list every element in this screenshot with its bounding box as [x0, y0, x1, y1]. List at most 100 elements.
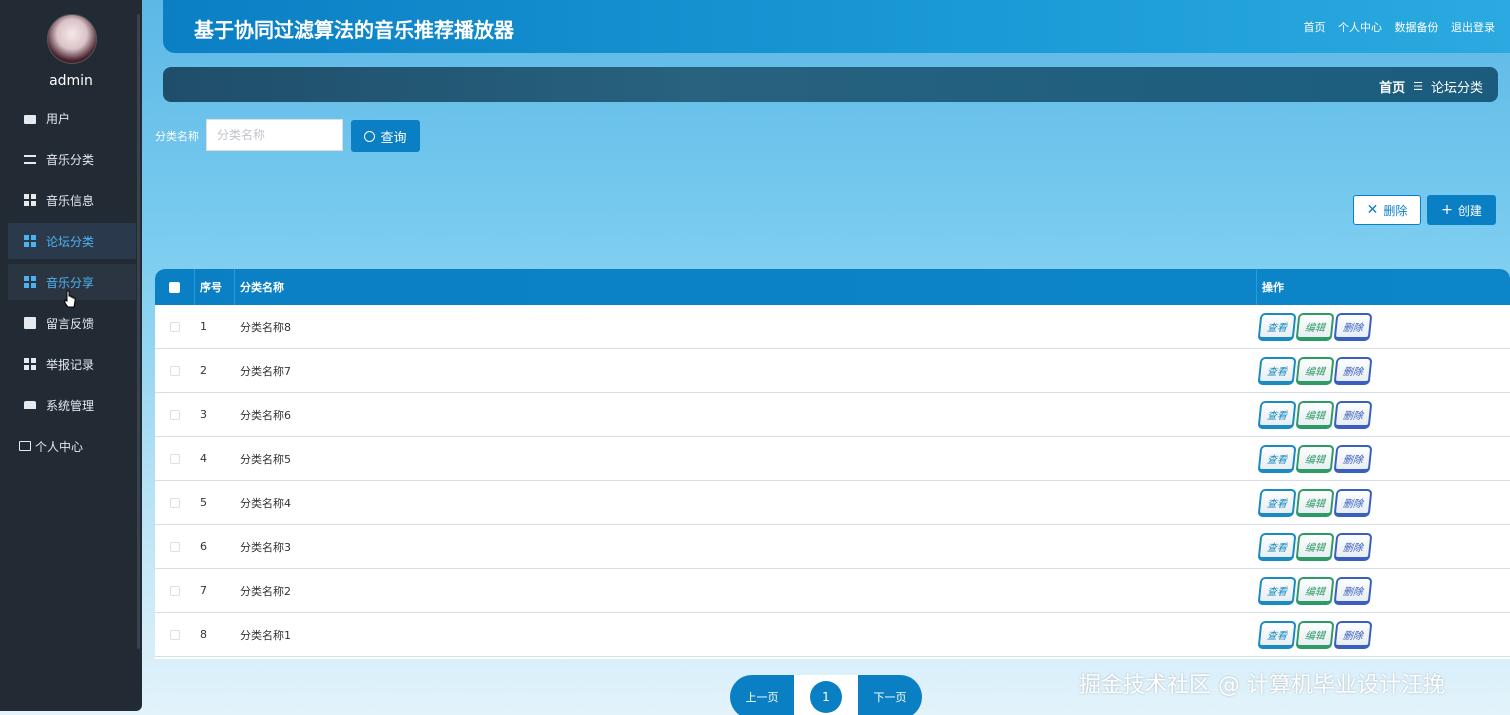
table-header: 序号 分类名称 操作 — [155, 269, 1510, 305]
edit-button[interactable]: 编辑 — [1295, 444, 1335, 473]
header-name: 分类名称 — [235, 269, 1257, 305]
row-checkbox-cell — [155, 437, 195, 480]
batch-delete-label: 删除 — [1383, 203, 1408, 218]
delete-button[interactable]: 删除 — [1333, 576, 1373, 605]
grid-icon — [24, 358, 36, 370]
select-all-checkbox[interactable] — [169, 281, 180, 293]
header-link-backup[interactable]: 数据备份 — [1395, 21, 1439, 34]
query-button[interactable]: 查询 — [351, 120, 420, 152]
row-name: 分类名称3 — [240, 540, 291, 554]
breadcrumb-separator-icon: ☰ — [1413, 80, 1423, 93]
sidebar-item-profile[interactable]: 个人中心 — [8, 428, 136, 464]
prev-page-button[interactable]: 上一页 — [730, 675, 794, 715]
view-button[interactable]: 查看 — [1257, 356, 1297, 385]
edit-button[interactable]: 编辑 — [1295, 312, 1335, 341]
plus-icon: + — [1441, 202, 1453, 218]
table-row: 3 分类名称6 查看 编辑 删除 — [155, 393, 1510, 437]
header-link-home[interactable]: 首页 — [1304, 21, 1326, 34]
watermark: 掘金技术社区 @ 计算机毕业设计汪挽 — [1079, 673, 1445, 698]
row-name: 分类名称1 — [240, 628, 291, 642]
table-row: 8 分类名称1 查看 编辑 删除 — [155, 613, 1510, 657]
grid-icon — [24, 194, 36, 206]
row-ops: 查看 编辑 删除 — [1257, 569, 1510, 612]
row-ops: 查看 编辑 删除 — [1257, 613, 1510, 656]
edit-button[interactable]: 编辑 — [1295, 576, 1335, 605]
view-button[interactable]: 查看 — [1257, 488, 1297, 517]
pin-icon — [24, 401, 36, 409]
delete-button[interactable]: 删除 — [1333, 312, 1373, 341]
row-checkbox[interactable] — [170, 453, 180, 464]
search-label: 分类名称 — [155, 130, 199, 143]
delete-button[interactable]: 删除 — [1333, 444, 1373, 473]
sidebar-item-feedback[interactable]: 留言反馈 — [8, 305, 136, 341]
clipboard-icon — [24, 317, 36, 329]
next-page-button[interactable]: 下一页 — [858, 675, 922, 715]
row-name: 分类名称5 — [240, 452, 291, 466]
search-input[interactable] — [206, 119, 343, 151]
edit-button[interactable]: 编辑 — [1295, 400, 1335, 429]
sidebar-item-label: 音乐分类 — [46, 152, 95, 167]
edit-button[interactable]: 编辑 — [1295, 620, 1335, 649]
edit-button[interactable]: 编辑 — [1295, 532, 1335, 561]
breadcrumb-home[interactable]: 首页 — [1379, 77, 1405, 96]
page-number[interactable]: 1 — [810, 681, 842, 713]
view-button[interactable]: 查看 — [1257, 400, 1297, 429]
row-index: 1 — [200, 320, 207, 333]
row-checkbox[interactable] — [170, 541, 180, 552]
row-checkbox[interactable] — [170, 497, 180, 508]
row-ops: 查看 编辑 删除 — [1257, 437, 1510, 480]
row-checkbox[interactable] — [170, 585, 180, 596]
breadcrumb-current: 论坛分类 — [1430, 81, 1483, 96]
search-icon — [364, 130, 376, 142]
delete-button[interactable]: 删除 — [1333, 400, 1373, 429]
data-table: 序号 分类名称 操作 1 分类名称8 查看 编辑 删除 2 分类名称7 查看 编… — [155, 269, 1510, 659]
sidebar-item-label: 用户 — [46, 111, 71, 126]
batch-delete-button[interactable]: ✕ 删除 — [1353, 195, 1421, 225]
table-row: 1 分类名称8 查看 编辑 删除 — [155, 305, 1510, 349]
edit-button[interactable]: 编辑 — [1295, 488, 1335, 517]
header-links: 首页 个人中心 数据备份 退出登录 — [1295, 19, 1496, 35]
table-row: 6 分类名称3 查看 编辑 删除 — [155, 525, 1510, 569]
sidebar-item-forum-category[interactable]: 论坛分类 — [8, 223, 136, 259]
row-name: 分类名称6 — [240, 408, 291, 422]
grid-icon — [24, 235, 36, 247]
close-icon: ✕ — [1366, 202, 1379, 218]
row-ops: 查看 编辑 删除 — [1257, 481, 1510, 524]
delete-button[interactable]: 删除 — [1333, 532, 1373, 561]
delete-button[interactable]: 删除 — [1333, 356, 1373, 385]
sidebar: admin 用户 音乐分类 音乐信息 论坛分类 音乐分享 留言反馈 举报记录 系… — [0, 0, 142, 711]
sidebar-item-music-info[interactable]: 音乐信息 — [8, 182, 136, 218]
page-number-area: 1 — [794, 675, 858, 715]
header-ops: 操作 — [1262, 281, 1284, 294]
sidebar-scrollbar[interactable] — [137, 14, 140, 649]
sidebar-item-label: 系统管理 — [46, 398, 95, 413]
view-button[interactable]: 查看 — [1257, 620, 1297, 649]
sidebar-item-system[interactable]: 系统管理 — [8, 387, 136, 423]
header-link-logout[interactable]: 退出登录 — [1451, 21, 1495, 34]
row-checkbox[interactable] — [170, 409, 180, 420]
row-checkbox-cell — [155, 305, 195, 348]
sliders-icon — [24, 154, 36, 164]
row-checkbox[interactable] — [170, 321, 180, 332]
pagination: 上一页 1 下一页 — [730, 675, 922, 715]
delete-button[interactable]: 删除 — [1333, 620, 1373, 649]
view-button[interactable]: 查看 — [1257, 312, 1297, 341]
view-button[interactable]: 查看 — [1257, 576, 1297, 605]
sidebar-item-users[interactable]: 用户 — [8, 100, 136, 136]
header-link-profile[interactable]: 个人中心 — [1338, 21, 1382, 34]
grid-icon — [24, 276, 36, 288]
row-checkbox[interactable] — [170, 629, 180, 640]
row-index: 4 — [200, 452, 207, 465]
avatar[interactable] — [47, 14, 97, 64]
create-button[interactable]: + 创建 — [1427, 195, 1496, 225]
sidebar-item-music-category[interactable]: 音乐分类 — [8, 141, 136, 177]
view-button[interactable]: 查看 — [1257, 444, 1297, 473]
table-row: 2 分类名称7 查看 编辑 删除 — [155, 349, 1510, 393]
row-checkbox[interactable] — [170, 365, 180, 376]
sidebar-item-reports[interactable]: 举报记录 — [8, 346, 136, 382]
view-button[interactable]: 查看 — [1257, 532, 1297, 561]
delete-button[interactable]: 删除 — [1333, 488, 1373, 517]
row-index: 5 — [200, 496, 207, 509]
edit-button[interactable]: 编辑 — [1295, 356, 1335, 385]
row-index: 8 — [200, 628, 207, 641]
